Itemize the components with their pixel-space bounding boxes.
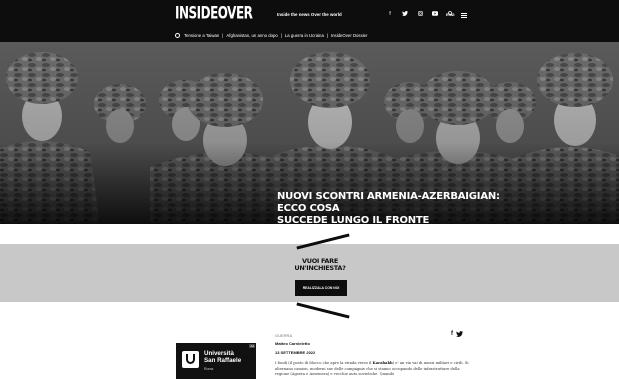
youtube-icon[interactable] bbox=[431, 11, 439, 18]
facebook-icon[interactable]: f bbox=[451, 331, 453, 339]
article-author[interactable]: Matteo Carnieletto bbox=[275, 341, 310, 346]
site-logo[interactable]: INSIDEOVER bbox=[175, 5, 253, 22]
article-date: 13 SETTEMBRE 2022 bbox=[275, 350, 316, 355]
nav-item-afghanistan[interactable]: Afghanistan, un anno dopo bbox=[226, 33, 277, 38]
twitter-icon[interactable] bbox=[456, 331, 463, 339]
promo-title: Vuoi fare un'inchiesta? bbox=[280, 258, 360, 272]
nav-item-ucraina[interactable]: La guerra in Ucraina bbox=[285, 33, 324, 38]
nav-separator: | bbox=[326, 33, 328, 38]
social-links: f bbox=[386, 11, 454, 18]
ad-banner[interactable]: Ad Università San Raffaele Roma bbox=[176, 343, 256, 379]
nav-separator: | bbox=[280, 33, 282, 38]
promo-decor-line-bottom bbox=[296, 302, 350, 319]
article-body-pre: I fondi (il posto di blocco che apre la … bbox=[275, 361, 373, 365]
ad-line2: San Raffaele bbox=[204, 357, 242, 364]
twitter-icon[interactable] bbox=[401, 11, 409, 18]
article-body-keyword[interactable]: Karabakh bbox=[373, 361, 393, 365]
share-links: f bbox=[451, 331, 463, 339]
article-category[interactable]: GUERRA bbox=[275, 333, 292, 338]
nav-item-dossier[interactable]: InsideOver Dossier bbox=[331, 33, 368, 38]
trending-icon bbox=[175, 33, 180, 38]
trending-nav: Tensione a Taiwan | Afghanistan, un anno… bbox=[0, 31, 619, 42]
ad-text: Università San Raffaele bbox=[204, 350, 241, 364]
instagram-icon[interactable] bbox=[416, 11, 424, 18]
nav-separator: | bbox=[222, 33, 224, 38]
hero-headline-line1: Nuovi scontri Armenia-Azerbaigian: ecco … bbox=[277, 191, 500, 214]
hero-headline-line2: succede lungo il fronte bbox=[277, 215, 430, 224]
ad-line1: Università bbox=[204, 350, 234, 357]
promo-cta-button[interactable]: REALIZZALA CON NOI bbox=[295, 280, 347, 296]
site-tagline: Inside the news Over the world bbox=[277, 12, 342, 17]
ad-subtext: Roma bbox=[204, 367, 214, 371]
nav-item-taiwan[interactable]: Tensione a Taiwan bbox=[184, 33, 219, 38]
top-header: INSIDEOVER Inside the news Over the worl… bbox=[0, 0, 619, 31]
university-logo-icon bbox=[182, 351, 199, 368]
hero-headline[interactable]: Nuovi scontri Armenia-Azerbaigian: ecco … bbox=[277, 191, 507, 224]
ad-tag: Ad bbox=[249, 344, 255, 348]
promo-title-line2: un'inchiesta? bbox=[294, 264, 346, 272]
hamburger-menu-icon[interactable] bbox=[461, 13, 467, 18]
article-body: I fondi (il posto di blocco che apre la … bbox=[275, 361, 471, 378]
language-switch[interactable]: ENG bbox=[446, 12, 455, 17]
hero-image[interactable]: Nuovi scontri Armenia-Azerbaigian: ecco … bbox=[0, 42, 619, 224]
facebook-icon[interactable]: f bbox=[386, 11, 394, 18]
